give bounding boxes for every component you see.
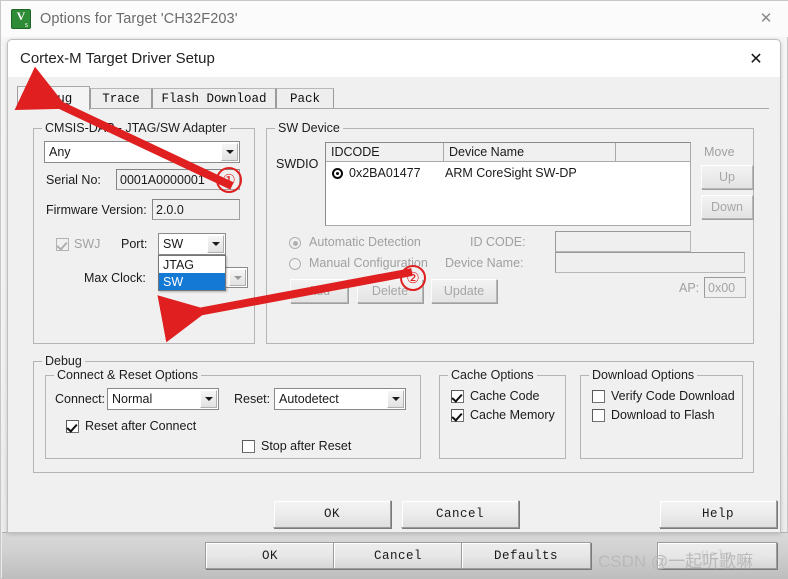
keil-uvision-icon bbox=[11, 9, 31, 29]
verify-code-download-label: Verify Code Download bbox=[611, 389, 735, 403]
cortex-m-target-driver-setup-dialog: Cortex-M Target Driver Setup ✕ Debug Tra… bbox=[7, 39, 781, 533]
port-label: Port: bbox=[121, 237, 148, 251]
dialog-cancel-button[interactable]: Cancel bbox=[401, 500, 519, 528]
outer-cancel-button[interactable]: Cancel bbox=[333, 542, 463, 569]
cache-code-label: Cache Code bbox=[470, 389, 540, 403]
debug-group-label: Debug bbox=[42, 354, 85, 368]
cache-options-group-label: Cache Options bbox=[448, 368, 537, 382]
add-button[interactable]: Add bbox=[290, 279, 348, 303]
dialog-ok-button[interactable]: OK bbox=[273, 500, 391, 528]
outer-ok-button[interactable]: OK bbox=[205, 542, 335, 569]
port-option-jtag[interactable]: JTAG bbox=[159, 256, 225, 273]
stop-after-reset-label: Stop after Reset bbox=[261, 439, 352, 453]
swj-checkbox[interactable] bbox=[56, 238, 69, 251]
cache-code-checkbox[interactable] bbox=[451, 390, 464, 403]
automatic-detection-radio[interactable] bbox=[289, 237, 301, 249]
verify-code-download-checkbox[interactable] bbox=[592, 390, 605, 403]
port-select-value: SW bbox=[163, 237, 184, 251]
reset-after-connect-label: Reset after Connect bbox=[85, 419, 197, 433]
connect-select[interactable]: Normal bbox=[107, 388, 219, 410]
cache-memory-label: Cache Memory bbox=[470, 408, 555, 422]
cell-idcode: 0x2BA01477 bbox=[349, 166, 421, 180]
dialog-help-button[interactable]: Help bbox=[659, 500, 777, 528]
cmsis-dap-adapter-group: CMSIS-DAP - JTAG/SW Adapter Any Serial N… bbox=[33, 121, 255, 344]
port-option-sw[interactable]: SW bbox=[159, 273, 225, 290]
tab-strip: Debug Trace Flash Download Pack bbox=[17, 86, 769, 110]
reset-select-chevron-down-icon[interactable] bbox=[387, 390, 404, 408]
ap-field[interactable]: 0x00 bbox=[704, 277, 746, 298]
dialog-title-bar: Cortex-M Target Driver Setup ✕ bbox=[8, 40, 780, 77]
cell-device-name: ARM CoreSight SW-DP bbox=[445, 166, 577, 180]
sw-device-group: SW Device SWDIO IDCODE Device Name 0x2BA… bbox=[266, 121, 754, 344]
firmware-version-label: Firmware Version: bbox=[46, 203, 147, 217]
connect-reset-options-group: Connect & Reset Options Connect: Normal … bbox=[45, 368, 421, 459]
download-options-group: Download Options Verify Code Download Do… bbox=[580, 368, 743, 459]
serial-no-label: Serial No: bbox=[46, 173, 101, 187]
dialog-body: Debug Trace Flash Download Pack CMSIS-DA… bbox=[8, 77, 780, 532]
column-header-device-name: Device Name bbox=[444, 143, 616, 162]
sw-device-table-header: IDCODE Device Name bbox=[326, 143, 690, 162]
dialog-title: Cortex-M Target Driver Setup bbox=[20, 50, 215, 67]
tab-underline bbox=[17, 108, 769, 109]
sw-device-group-label: SW Device bbox=[275, 121, 343, 135]
max-clock-select[interactable] bbox=[224, 267, 248, 288]
adapter-select-chevron-down-icon[interactable] bbox=[221, 143, 238, 161]
move-down-button[interactable]: Down bbox=[701, 195, 753, 219]
connect-select-chevron-down-icon[interactable] bbox=[200, 390, 217, 408]
reset-label: Reset: bbox=[234, 392, 271, 406]
sw-device-table[interactable]: IDCODE Device Name 0x2BA01477 ARM CoreSi… bbox=[325, 142, 691, 226]
adapter-select-value: Any bbox=[49, 145, 71, 159]
download-to-flash-checkbox[interactable] bbox=[592, 409, 605, 422]
selected-device-radio-icon[interactable] bbox=[332, 167, 343, 179]
tab-debug[interactable]: Debug bbox=[17, 86, 90, 110]
port-dropdown-list[interactable]: JTAG SW bbox=[158, 255, 226, 291]
swdio-label: SWDIO bbox=[276, 157, 319, 171]
connect-label: Connect: bbox=[55, 392, 106, 406]
cmsis-dap-adapter-group-label: CMSIS-DAP - JTAG/SW Adapter bbox=[42, 121, 230, 135]
column-header-idcode: IDCODE bbox=[326, 143, 444, 162]
dialog-close-icon[interactable]: ✕ bbox=[734, 42, 778, 75]
debug-group: Debug Connect & Reset Options Connect: N… bbox=[33, 354, 754, 473]
device-name-field[interactable] bbox=[555, 252, 745, 273]
tab-pack[interactable]: Pack bbox=[276, 88, 334, 108]
stop-after-reset-checkbox[interactable] bbox=[242, 440, 255, 453]
outer-window-title: Options for Target 'CH32F203' bbox=[40, 11, 238, 27]
reset-after-connect-checkbox[interactable] bbox=[66, 420, 79, 433]
close-icon[interactable]: ✕ bbox=[743, 1, 788, 35]
column-header-blank bbox=[616, 143, 690, 162]
move-label: Move bbox=[704, 145, 735, 159]
move-up-button[interactable]: Up bbox=[701, 165, 753, 189]
id-code-label: ID CODE: bbox=[470, 235, 526, 249]
automatic-detection-label: Automatic Detection bbox=[309, 235, 421, 249]
screenshot-root: Options for Target 'CH32F203' ✕ OK Cance… bbox=[0, 0, 788, 579]
manual-configuration-radio[interactable] bbox=[289, 258, 301, 270]
download-to-flash-label: Download to Flash bbox=[611, 408, 715, 422]
firmware-version-field: 2.0.0 bbox=[152, 199, 240, 220]
annotation-marker-two: ② bbox=[400, 265, 426, 291]
outer-defaults-button[interactable]: Defaults bbox=[461, 542, 591, 569]
max-clock-chevron-down-icon[interactable] bbox=[229, 269, 246, 286]
device-name-label: Device Name: bbox=[445, 256, 524, 270]
cache-options-group: Cache Options Cache Code Cache Memory bbox=[439, 368, 566, 459]
csdn-watermark: CSDN @一起听歌嘛 bbox=[598, 552, 754, 571]
id-code-field[interactable] bbox=[555, 231, 691, 252]
cache-memory-checkbox[interactable] bbox=[451, 409, 464, 422]
swj-label: SWJ bbox=[74, 237, 101, 251]
ap-label: AP: bbox=[679, 281, 700, 295]
connect-reset-options-group-label: Connect & Reset Options bbox=[54, 368, 202, 382]
reset-select-value: Autodetect bbox=[279, 392, 339, 406]
annotation-marker-one: ① bbox=[216, 167, 242, 193]
port-select-chevron-down-icon[interactable] bbox=[207, 235, 224, 253]
table-row[interactable]: 0x2BA01477 ARM CoreSight SW-DP bbox=[326, 163, 690, 183]
connect-select-value: Normal bbox=[112, 392, 153, 406]
adapter-select[interactable]: Any bbox=[44, 141, 240, 163]
tab-flash-download[interactable]: Flash Download bbox=[152, 88, 276, 108]
update-button[interactable]: Update bbox=[431, 279, 497, 303]
max-clock-label: Max Clock: bbox=[84, 271, 146, 285]
download-options-group-label: Download Options bbox=[589, 368, 698, 382]
port-select[interactable]: SW bbox=[158, 233, 226, 255]
tab-trace[interactable]: Trace bbox=[90, 88, 152, 108]
outer-title-bar: Options for Target 'CH32F203' ✕ bbox=[1, 1, 788, 37]
reset-select[interactable]: Autodetect bbox=[274, 388, 406, 410]
